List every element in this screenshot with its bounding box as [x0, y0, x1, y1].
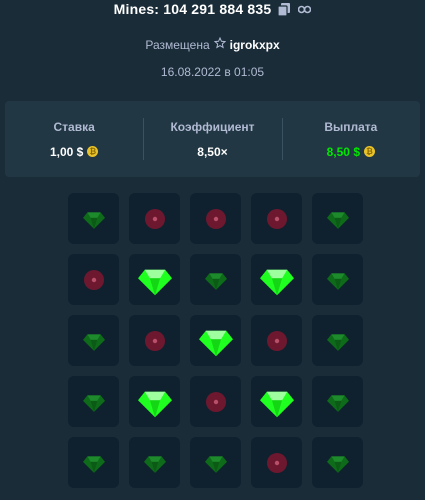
mine-icon — [205, 208, 227, 230]
stat-bet: Ставка 1,00 $ ₿ — [5, 101, 143, 177]
tile-r2-c2[interactable] — [129, 254, 180, 305]
stat-multiplier-value-row: 8,50× — [197, 145, 227, 159]
stat-payout-label: Выплата — [324, 119, 378, 134]
gem-icon — [259, 385, 294, 419]
tile-r4-c5[interactable] — [312, 376, 363, 427]
gem-icon — [326, 269, 349, 291]
game-title: Mines: 104 291 884 835 — [113, 1, 272, 17]
mine-icon — [266, 208, 288, 230]
tile-r5-c4[interactable] — [251, 437, 302, 488]
tile-r2-c1[interactable] — [68, 254, 119, 305]
gem-icon — [326, 391, 349, 413]
stat-bet-label: Ставка — [53, 119, 95, 134]
tile-r4-c1[interactable] — [68, 376, 119, 427]
gem-icon — [204, 452, 227, 474]
mine-icon — [205, 391, 227, 413]
stat-payout: Выплата 8,50 $ ₿ — [281, 101, 420, 177]
mine-icon — [266, 330, 288, 352]
bet-date: 16.08.2022 в 01:05 — [160, 65, 265, 79]
gem-icon — [326, 330, 349, 352]
tile-r5-c1[interactable] — [68, 437, 119, 488]
bet-stats-panel: Ставка 1,00 $ ₿ Коэффициент 8,50× Выплат… — [5, 101, 420, 177]
gem-icon — [137, 263, 172, 297]
placed-by-row: Размещена igrokxpx — [0, 36, 425, 52]
tile-r3-c2[interactable] — [129, 315, 180, 366]
gem-icon — [82, 208, 105, 230]
tile-r1-c4[interactable] — [251, 193, 302, 244]
tile-r3-c3[interactable] — [190, 315, 241, 366]
username-link[interactable]: igrokxpx — [230, 38, 280, 52]
tile-r3-c1[interactable] — [68, 315, 119, 366]
mine-icon — [144, 208, 166, 230]
tile-r2-c5[interactable] — [312, 254, 363, 305]
tile-r4-c3[interactable] — [190, 376, 241, 427]
tile-r5-c5[interactable] — [312, 437, 363, 488]
tile-r4-c2[interactable] — [129, 376, 180, 427]
tile-r3-c5[interactable] — [312, 315, 363, 366]
gem-icon — [259, 263, 294, 297]
tile-r5-c2[interactable] — [129, 437, 180, 488]
gem-icon — [82, 391, 105, 413]
tile-r5-c3[interactable] — [190, 437, 241, 488]
tile-r4-c4[interactable] — [251, 376, 302, 427]
gem-icon — [82, 452, 105, 474]
stat-multiplier-value: 8,50× — [197, 144, 228, 159]
stat-multiplier: Коэффициент 8,50× — [143, 101, 281, 177]
coin-icon: ₿ — [364, 146, 375, 157]
gem-icon — [137, 385, 172, 419]
mine-icon — [144, 330, 166, 352]
mine-icon — [83, 269, 105, 291]
stat-bet-value: 1,00 $ — [49, 144, 84, 159]
tile-r3-c4[interactable] — [251, 315, 302, 366]
gem-icon — [198, 324, 233, 358]
gem-icon — [326, 208, 349, 230]
link-icon[interactable] — [297, 2, 311, 16]
copy-icon[interactable] — [277, 2, 291, 16]
mines-grid — [68, 193, 363, 488]
star-icon — [213, 36, 226, 52]
stat-payout-value-row: 8,50 $ ₿ — [327, 145, 375, 159]
coin-icon: ₿ — [87, 146, 99, 157]
placed-label: Размещена — [145, 37, 210, 52]
stat-bet-value-row: 1,00 $ ₿ — [49, 144, 99, 159]
stat-multiplier-label: Коэффициент — [170, 119, 255, 134]
stat-payout-value: 8,50 $ — [326, 144, 360, 159]
game-title-row: Mines: 104 291 884 835 — [0, 0, 425, 18]
tile-r1-c3[interactable] — [190, 193, 241, 244]
tile-r2-c3[interactable] — [190, 254, 241, 305]
gem-icon — [204, 269, 227, 291]
tile-r2-c4[interactable] — [251, 254, 302, 305]
gem-icon — [326, 452, 349, 474]
tile-r1-c1[interactable] — [68, 193, 119, 244]
gem-icon — [82, 330, 105, 352]
mine-icon — [266, 452, 288, 474]
gem-icon — [143, 452, 166, 474]
tile-r1-c5[interactable] — [312, 193, 363, 244]
tile-r1-c2[interactable] — [129, 193, 180, 244]
